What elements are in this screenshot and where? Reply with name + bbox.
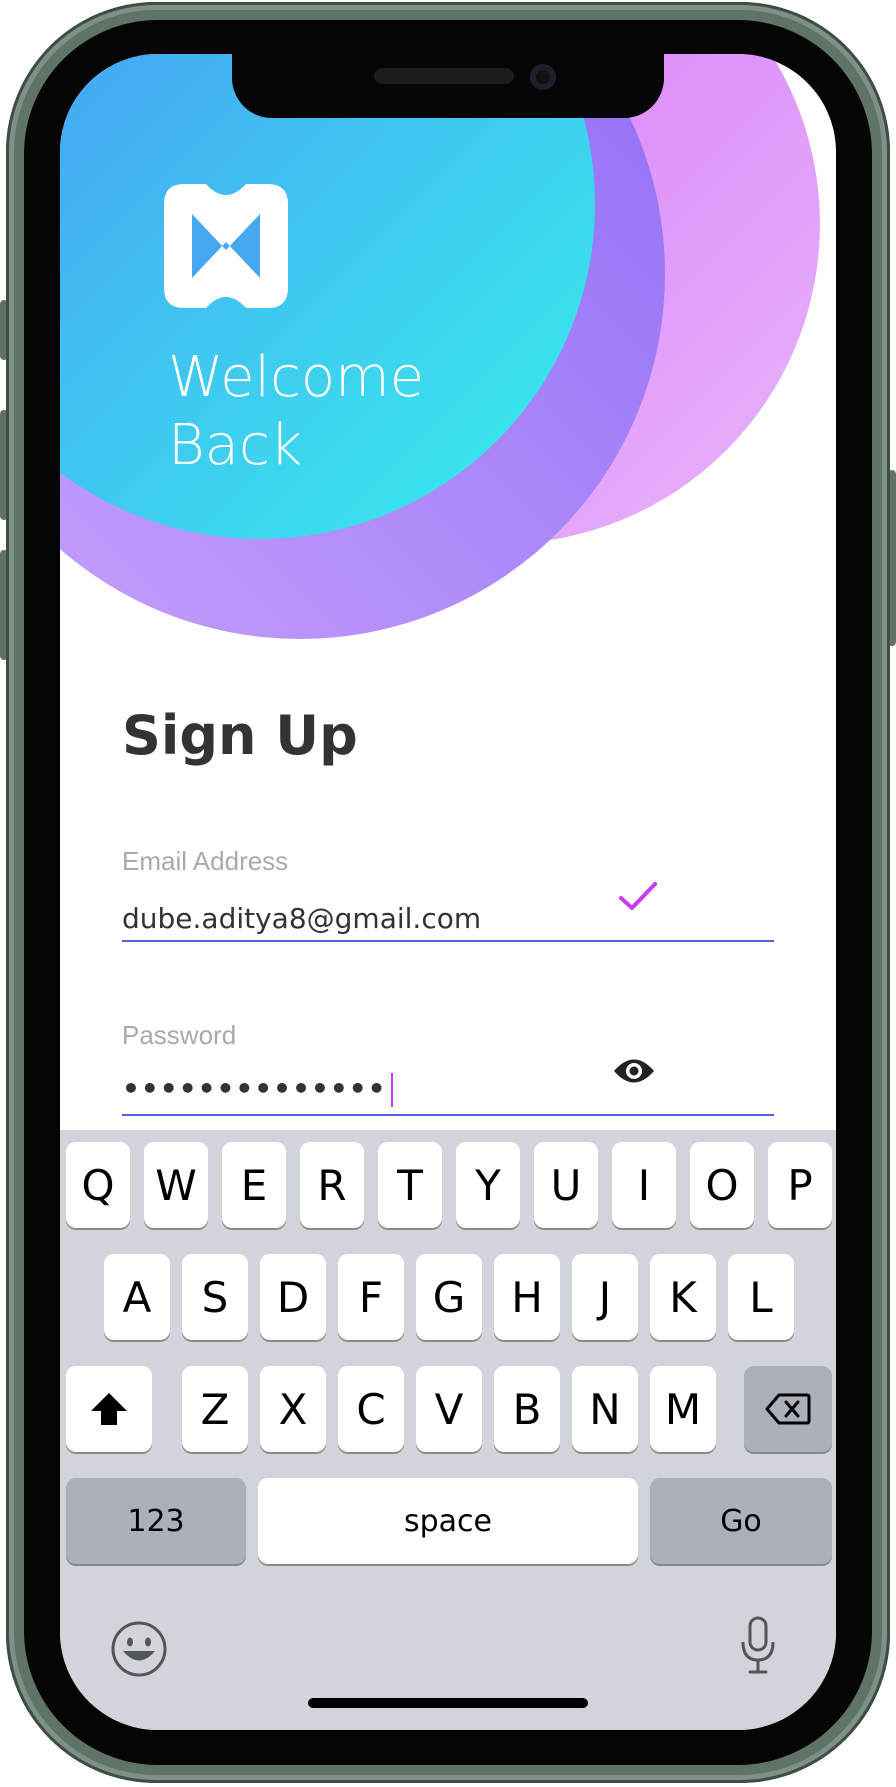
front-camera [530, 64, 556, 90]
home-indicator[interactable] [308, 1698, 588, 1708]
key-g[interactable]: G [416, 1254, 482, 1340]
eye-icon[interactable] [612, 1054, 656, 1088]
emoji-icon[interactable] [110, 1620, 168, 1678]
backspace-key[interactable] [744, 1366, 832, 1452]
key-r[interactable]: R [300, 1142, 364, 1228]
key-p[interactable]: P [768, 1142, 832, 1228]
key-i[interactable]: I [612, 1142, 676, 1228]
key-t[interactable]: T [378, 1142, 442, 1228]
password-underline [122, 1114, 774, 1116]
key-f[interactable]: F [338, 1254, 404, 1340]
email-field[interactable]: dube.aditya8@gmail.com [122, 902, 481, 935]
key-b[interactable]: B [494, 1366, 560, 1452]
key-l[interactable]: L [728, 1254, 794, 1340]
welcome-line-2: Back [168, 413, 303, 478]
check-icon [619, 882, 657, 910]
key-z[interactable]: Z [182, 1366, 248, 1452]
key-d[interactable]: D [260, 1254, 326, 1340]
key-n[interactable]: N [572, 1366, 638, 1452]
key-s[interactable]: S [182, 1254, 248, 1340]
key-m[interactable]: M [650, 1366, 716, 1452]
app-logo-icon [164, 184, 288, 308]
key-y[interactable]: Y [456, 1142, 520, 1228]
phone-device: Welcome Back Sign Up Email Address dube.… [0, 0, 896, 1787]
go-key[interactable]: Go [650, 1478, 832, 1564]
welcome-heading: Welcome Back [168, 344, 548, 480]
email-underline [122, 940, 774, 942]
notch [232, 54, 664, 118]
key-h[interactable]: H [494, 1254, 560, 1340]
key-o[interactable]: O [690, 1142, 754, 1228]
key-v[interactable]: V [416, 1366, 482, 1452]
key-q[interactable]: Q [66, 1142, 130, 1228]
key-x[interactable]: X [260, 1366, 326, 1452]
shift-icon [91, 1393, 127, 1425]
key-a[interactable]: A [104, 1254, 170, 1340]
welcome-line-1: Welcome [168, 345, 425, 410]
key-c[interactable]: C [338, 1366, 404, 1452]
speaker-grille [374, 68, 514, 84]
password-field[interactable]: •••••••••••••• [122, 1072, 393, 1107]
key-j[interactable]: J [572, 1254, 638, 1340]
password-dots: •••••••••••••• [122, 1072, 387, 1105]
key-w[interactable]: W [144, 1142, 208, 1228]
key-u[interactable]: U [534, 1142, 598, 1228]
email-label: Email Address [122, 846, 289, 876]
key-e[interactable]: E [222, 1142, 286, 1228]
on-screen-keyboard: Q W E R T Y U I O P A S D F G H J K L Z … [60, 1130, 836, 1730]
shift-key[interactable] [66, 1366, 152, 1452]
numbers-key[interactable]: 123 [66, 1478, 246, 1564]
password-label: Password [122, 1020, 237, 1050]
microphone-icon[interactable] [740, 1616, 776, 1676]
screen: Welcome Back Sign Up Email Address dube.… [60, 54, 836, 1730]
backspace-icon [765, 1393, 811, 1425]
key-k[interactable]: K [650, 1254, 716, 1340]
space-key[interactable]: space [258, 1478, 638, 1564]
text-caret [390, 1073, 393, 1107]
page-title: Sign Up [122, 704, 358, 767]
